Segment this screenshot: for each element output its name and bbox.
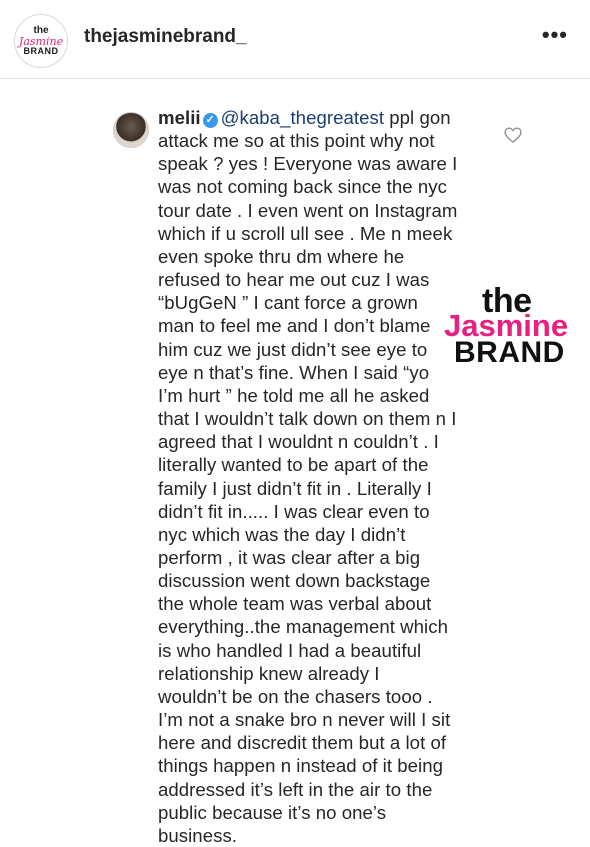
watermark-brand: BRAND [454,336,565,369]
commenter-avatar[interactable] [113,112,149,148]
comment-line: is who handled I had a beautiful [158,639,422,661]
comment-line: discussion went down backstage [158,570,431,592]
comment-line: family I just didn’t fit in . Literally … [158,477,432,499]
comment-first-line-text: ppl gon [384,107,451,128]
comment-line: the whole team was verbal about [158,593,432,615]
comment-line: I’m hurt ” he told me all he asked [158,384,430,406]
brand-watermark: the Jasmine BRAND [440,282,590,369]
heart-outline-icon[interactable] [503,125,523,145]
comment-line: relationship knew already I [158,662,380,684]
comment-line: which if u scroll ull see . Me n meek [158,222,453,244]
comment-line: didn’t fit in..... I was clear even to [158,500,430,522]
comment-line: everything..the management which [158,616,448,638]
comment-body: melii ✓ @kaba_thegreatest ppl gon attack m… [158,106,478,847]
comment-line: here and discredit them but a lot of [158,732,447,754]
comment-line: nyc which was the day I didn’t [158,523,406,545]
more-options-icon[interactable]: ••• [542,24,568,46]
comment-line: tour date . I even went on Instagram [158,199,458,221]
comment-line: addressed it’s left in the air to the [158,778,433,800]
post-header: the Jasmine BRAND thejasminebrand_ ••• [0,0,590,79]
comment-line: perform , it was clear after a big [158,546,421,568]
avatar-logo-brand: BRAND [23,46,59,56]
comment-line: him cuz we just didn’t see eye to [158,338,428,360]
comment-line: business. [158,824,238,846]
comment-line: even spoke thru dm where he [158,245,405,267]
comment-first-line: melii ✓ @kaba_thegreatest ppl gon [158,106,478,129]
comment-mention[interactable]: @kaba_thegreatest [221,107,384,128]
comment-line: refused to hear me out cuz I was [158,269,430,291]
verified-badge-icon: ✓ [202,113,218,128]
comment-line: speak ? yes ! Everyone was aware I [158,153,458,175]
comment-line: “bUgGeN ” I cant force a grown [158,292,418,314]
comment-line: man to feel me and I don’t blame [158,315,431,337]
comment-line: public because it’s no one’s [158,801,387,823]
comment-line: attack me so at this point why not [158,130,435,152]
profile-avatar[interactable]: the Jasmine BRAND [14,14,68,68]
comment-line: agreed that I wouldnt n couldn’t . I [158,431,439,453]
comment-username[interactable]: melii [158,107,201,128]
comment-line: I’m not a snake bro n never will I sit [158,709,451,731]
comment-line: things happen n instead of it being [158,755,444,777]
header-username[interactable]: thejasminebrand_ [84,26,247,48]
comment-line: literally wanted to be apart of the [158,454,429,476]
comment-line: was not coming back since the nyc [158,176,447,198]
comment-line: eye n that’s fine. When I said “yo [158,361,430,383]
comment-line: that I wouldn’t talk down on them n I [158,408,457,430]
comment-line: wouldn’t be on the chasers tooo . [158,685,433,707]
